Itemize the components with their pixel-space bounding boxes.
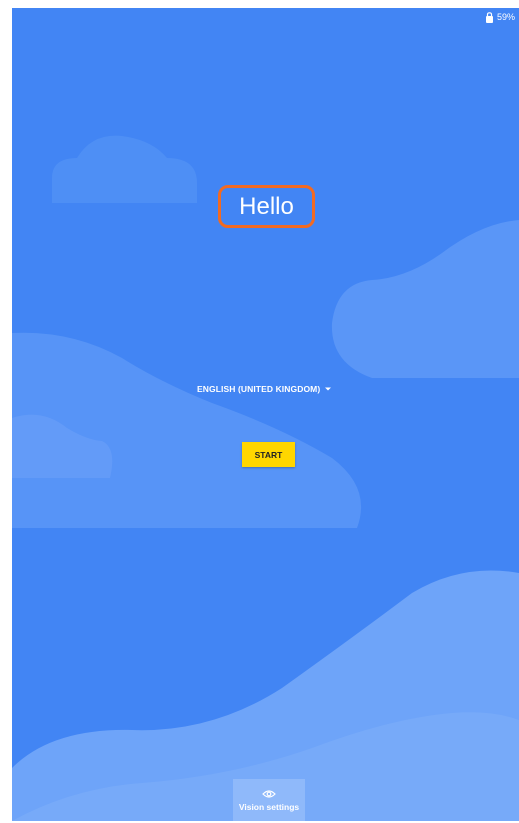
battery-lock-icon	[485, 11, 493, 23]
dropdown-arrow-icon	[325, 387, 332, 391]
eye-icon	[262, 789, 276, 798]
cloud-shape	[52, 135, 197, 203]
page-title: Hello	[239, 192, 294, 220]
status-bar: 59%	[485, 8, 519, 26]
background-clouds-illustration	[12, 135, 519, 821]
hill-shape	[331, 220, 519, 378]
vision-settings-button[interactable]: Vision settings	[233, 779, 305, 821]
setup-screen: 59% Hello ENGLISH (UNITED KINGDOM) START…	[12, 8, 519, 821]
language-selector[interactable]: ENGLISH (UNITED KINGDOM)	[197, 384, 332, 394]
start-button[interactable]: START	[242, 442, 295, 467]
battery-percent: 59%	[496, 12, 515, 22]
vision-settings-label: Vision settings	[238, 801, 300, 812]
language-label: ENGLISH (UNITED KINGDOM)	[197, 384, 321, 394]
